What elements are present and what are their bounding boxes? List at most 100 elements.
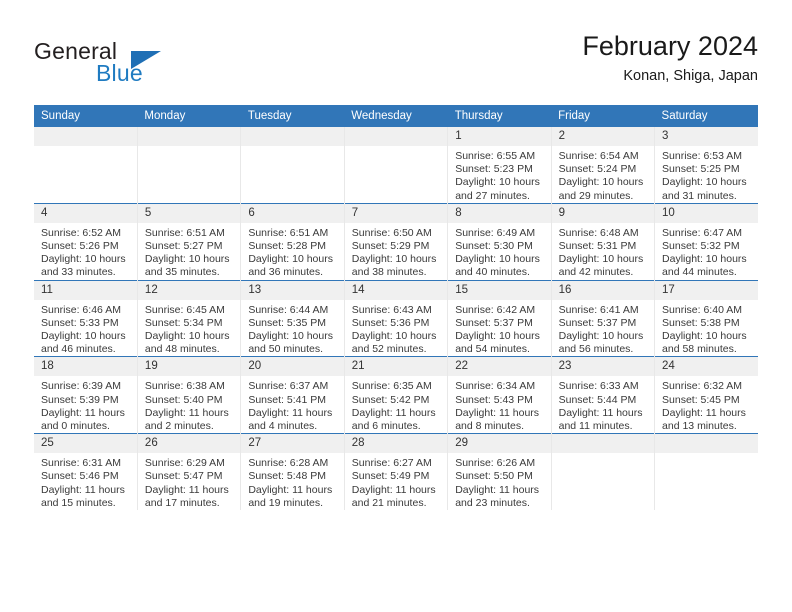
calendar-day-cell[interactable]: 21 Sunrise: 6:35 AM Sunset: 5:42 PM Dayligh…	[344, 356, 449, 434]
sunset-time: Sunset: 5:44 PM	[558, 393, 637, 406]
calendar-day-cell[interactable]: 16 Sunrise: 6:41 AM Sunset: 5:37 PM Dayligh…	[551, 279, 656, 357]
daylight-duration-line2: and 40 minutes.	[455, 266, 530, 279]
weekday-header-monday: Monday	[137, 105, 241, 127]
day-number: 25	[34, 434, 137, 454]
day-number: 29	[448, 434, 551, 454]
weekday-header-wednesday: Wednesday	[344, 105, 448, 127]
day-details: Sunrise: 6:51 AM Sunset: 5:27 PM Daylight:…	[138, 223, 240, 280]
day-details: Sunrise: 6:33 AM Sunset: 5:44 PM Daylight:…	[552, 376, 654, 433]
sunset-time: Sunset: 5:30 PM	[455, 240, 533, 253]
calendar-week-row: 18 Sunrise: 6:39 AM Sunset: 5:39 PM Dayligh…	[34, 356, 758, 434]
sunset-time: Sunset: 5:47 PM	[144, 470, 223, 483]
sunrise-time: Sunrise: 6:37 AM	[248, 380, 329, 393]
page-header: General Blue February 2024 Konan, Shiga,…	[34, 30, 758, 98]
day-number: 24	[655, 357, 758, 377]
sunrise-time: Sunrise: 6:41 AM	[558, 303, 639, 316]
sunset-time: Sunset: 5:41 PM	[248, 393, 326, 406]
daylight-duration-line1: Daylight: 10 hours	[248, 330, 333, 343]
sunrise-time: Sunrise: 6:52 AM	[41, 226, 121, 239]
calendar-day-cell[interactable]: 7 Sunrise: 6:50 AM Sunset: 5:29 PM Daylight…	[344, 202, 449, 281]
calendar-day-cell[interactable]: 12 Sunrise: 6:45 AM Sunset: 5:34 PM Dayligh…	[137, 279, 242, 357]
calendar-day-cell[interactable]: 17 Sunrise: 6:40 AM Sunset: 5:38 PM Dayligh…	[654, 279, 758, 357]
calendar-day-cell[interactable]: 14 Sunrise: 6:43 AM Sunset: 5:36 PM Dayligh…	[344, 279, 449, 357]
calendar-day-cell[interactable]: 20 Sunrise: 6:37 AM Sunset: 5:41 PM Dayligh…	[240, 356, 345, 434]
daylight-duration-line1: Daylight: 10 hours	[351, 330, 437, 343]
day-number: 11	[34, 280, 137, 300]
weekday-header-sunday: Sunday	[34, 105, 138, 127]
calendar-day-cell-empty	[551, 433, 656, 511]
calendar-day-cell[interactable]: 19 Sunrise: 6:38 AM Sunset: 5:40 PM Dayligh…	[137, 356, 242, 434]
day-number: 15	[448, 280, 551, 300]
daylight-duration-line1: Daylight: 10 hours	[144, 253, 230, 266]
weekday-header-thursday: Thursday	[447, 105, 552, 127]
calendar-day-cell[interactable]: 27 Sunrise: 6:28 AM Sunset: 5:48 PM Dayligh…	[240, 433, 345, 511]
day-number: 13	[241, 280, 344, 300]
day-details: Sunrise: 6:31 AM Sunset: 5:46 PM Daylight:…	[34, 453, 137, 510]
daylight-duration-line2: and 11 minutes.	[558, 420, 633, 433]
calendar-day-cell[interactable]: 2 Sunrise: 6:54 AM Sunset: 5:24 PM Daylight…	[551, 127, 656, 204]
day-number: 22	[448, 357, 551, 377]
sunrise-time: Sunrise: 6:31 AM	[41, 457, 121, 470]
calendar-day-cell[interactable]: 24 Sunrise: 6:32 AM Sunset: 5:45 PM Dayligh…	[654, 356, 758, 434]
calendar-day-cell[interactable]: 22 Sunrise: 6:34 AM Sunset: 5:43 PM Dayligh…	[447, 356, 552, 434]
day-details: Sunrise: 6:51 AM Sunset: 5:28 PM Daylight:…	[241, 223, 343, 280]
calendar-day-cell[interactable]: 29 Sunrise: 6:26 AM Sunset: 5:50 PM Dayligh…	[447, 433, 552, 511]
sunset-time: Sunset: 5:33 PM	[41, 316, 119, 329]
calendar-day-cell[interactable]: 13 Sunrise: 6:44 AM Sunset: 5:35 PM Dayligh…	[240, 279, 345, 357]
sunrise-time: Sunrise: 6:42 AM	[455, 303, 536, 316]
daylight-duration-line1: Daylight: 10 hours	[144, 330, 230, 343]
sunrise-time: Sunrise: 6:51 AM	[248, 226, 329, 239]
sunset-time: Sunset: 5:26 PM	[41, 240, 119, 253]
sunset-time: Sunset: 5:34 PM	[144, 316, 223, 329]
daylight-duration-line1: Daylight: 11 hours	[41, 483, 125, 496]
day-details: Sunrise: 6:55 AM Sunset: 5:23 PM Daylight:…	[448, 146, 550, 203]
day-details: Sunrise: 6:42 AM Sunset: 5:37 PM Daylight:…	[448, 300, 550, 357]
sunset-time: Sunset: 5:46 PM	[41, 470, 119, 483]
day-number: 3	[655, 127, 758, 146]
daylight-duration-line1: Daylight: 10 hours	[662, 253, 747, 266]
calendar-day-cell[interactable]: 5 Sunrise: 6:51 AM Sunset: 5:27 PM Daylight…	[137, 202, 242, 281]
calendar-day-cell[interactable]: 8 Sunrise: 6:49 AM Sunset: 5:30 PM Daylight…	[447, 202, 552, 281]
sunrise-time: Sunrise: 6:26 AM	[455, 457, 536, 470]
sunrise-time: Sunrise: 6:43 AM	[351, 303, 432, 316]
day-number: 21	[344, 357, 448, 377]
day-details: Sunrise: 6:50 AM Sunset: 5:29 PM Daylight:…	[345, 223, 447, 280]
daylight-duration-line1: Daylight: 10 hours	[248, 253, 333, 266]
calendar-day-cell[interactable]: 28 Sunrise: 6:27 AM Sunset: 5:49 PM Dayligh…	[344, 433, 449, 511]
calendar-day-cell[interactable]: 15 Sunrise: 6:42 AM Sunset: 5:37 PM Dayligh…	[447, 279, 552, 357]
day-number: 27	[241, 434, 344, 454]
day-details: Sunrise: 6:28 AM Sunset: 5:48 PM Daylight:…	[241, 453, 343, 510]
day-number	[137, 127, 241, 146]
day-number: 18	[34, 357, 137, 377]
day-number: 4	[34, 203, 137, 223]
day-details: Sunrise: 6:35 AM Sunset: 5:42 PM Daylight:…	[345, 376, 447, 433]
calendar-day-cell[interactable]: 11 Sunrise: 6:46 AM Sunset: 5:33 PM Dayligh…	[34, 279, 138, 357]
daylight-duration-line2: and 2 minutes.	[144, 420, 214, 433]
daylight-duration-line2: and 6 minutes.	[351, 420, 421, 433]
sunset-time: Sunset: 5:25 PM	[662, 163, 740, 176]
day-number: 6	[241, 203, 344, 223]
sunset-time: Sunset: 5:24 PM	[558, 163, 637, 176]
day-details: Sunrise: 6:29 AM Sunset: 5:47 PM Daylight:…	[138, 453, 240, 510]
sunset-time: Sunset: 5:23 PM	[455, 163, 533, 176]
day-details: Sunrise: 6:41 AM Sunset: 5:37 PM Daylight:…	[552, 300, 654, 357]
sunset-time: Sunset: 5:38 PM	[662, 316, 740, 329]
calendar-day-cell-empty	[344, 127, 449, 204]
calendar-day-cell[interactable]: 10 Sunrise: 6:47 AM Sunset: 5:32 PM Dayligh…	[654, 202, 758, 281]
sunrise-time: Sunrise: 6:34 AM	[455, 380, 536, 393]
calendar-day-cell[interactable]: 1 Sunrise: 6:55 AM Sunset: 5:23 PM Daylight…	[447, 127, 552, 204]
day-details: Sunrise: 6:32 AM Sunset: 5:45 PM Daylight:…	[655, 376, 758, 433]
calendar-day-cell[interactable]: 23 Sunrise: 6:33 AM Sunset: 5:44 PM Dayligh…	[551, 356, 656, 434]
calendar-day-cell[interactable]: 6 Sunrise: 6:51 AM Sunset: 5:28 PM Daylight…	[240, 202, 345, 281]
weekday-header-tuesday: Tuesday	[240, 105, 345, 127]
calendar-day-cell[interactable]: 3 Sunrise: 6:53 AM Sunset: 5:25 PM Daylight…	[654, 127, 758, 204]
sunrise-time: Sunrise: 6:55 AM	[455, 150, 536, 162]
calendar-day-cell[interactable]: 25 Sunrise: 6:31 AM Sunset: 5:46 PM Dayligh…	[34, 433, 138, 511]
calendar-day-cell[interactable]: 4 Sunrise: 6:52 AM Sunset: 5:26 PM Daylight…	[34, 202, 138, 281]
calendar-week-row: 4 Sunrise: 6:52 AM Sunset: 5:26 PM Daylight…	[34, 202, 758, 281]
calendar-day-cell[interactable]: 26 Sunrise: 6:29 AM Sunset: 5:47 PM Dayligh…	[137, 433, 242, 511]
day-number: 20	[241, 357, 344, 377]
daylight-duration-line2: and 4 minutes.	[248, 420, 318, 433]
calendar-day-cell[interactable]: 9 Sunrise: 6:48 AM Sunset: 5:31 PM Daylight…	[551, 202, 656, 281]
calendar-day-cell[interactable]: 18 Sunrise: 6:39 AM Sunset: 5:39 PM Dayligh…	[34, 356, 138, 434]
